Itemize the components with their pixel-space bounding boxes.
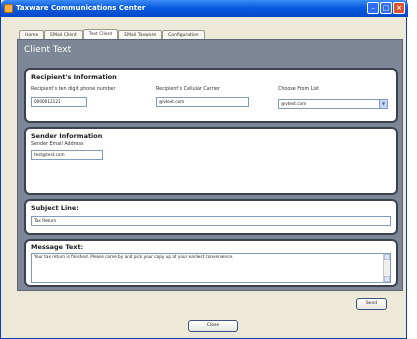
application-window: Taxware Communications Center – □ × Home… xyxy=(0,0,408,339)
message-title: Message Text: xyxy=(31,243,84,251)
close-window-button[interactable]: × xyxy=(393,2,405,14)
minimize-button[interactable]: – xyxy=(367,2,379,14)
message-group: Message Text: Your tax return is finishe… xyxy=(24,239,398,287)
carrier-label: Recipient's Cellular Carrier xyxy=(156,87,220,92)
subject-title: Subject Line: xyxy=(31,204,79,212)
message-textarea[interactable]: Your tax return is finished. Please come… xyxy=(31,253,391,283)
carrier-select[interactable]: @vtext.com ▼ xyxy=(278,99,388,109)
phone-input[interactable]: 0000012121 xyxy=(31,97,87,107)
scroll-up-icon[interactable] xyxy=(384,254,390,260)
maximize-button[interactable]: □ xyxy=(380,2,392,14)
app-icon xyxy=(4,4,13,13)
text-client-panel: Client Text Recipient's Information Reci… xyxy=(17,39,403,291)
close-icon: × xyxy=(396,4,402,12)
phone-label: Recipient's ten digit phone number xyxy=(31,87,116,92)
subject-input[interactable]: Tax Return xyxy=(31,216,391,226)
choose-from-list-label: Choose From List xyxy=(278,87,320,92)
sender-info-group: Sender Information Sender Email Address … xyxy=(24,127,398,195)
sender-email-input[interactable]: test@test.com xyxy=(31,150,103,160)
send-button[interactable]: Send xyxy=(356,298,387,310)
sender-email-label: Sender Email Address xyxy=(31,142,84,147)
window-title: Taxware Communications Center xyxy=(16,4,146,12)
title-bar[interactable]: Taxware Communications Center – □ × xyxy=(1,0,408,17)
chevron-down-icon[interactable]: ▼ xyxy=(379,100,387,108)
subject-group: Subject Line: Tax Return xyxy=(24,199,398,235)
message-text: Your tax return is finished. Please come… xyxy=(34,254,234,259)
maximize-icon: □ xyxy=(382,4,390,12)
carrier-select-value: @vtext.com xyxy=(281,101,307,106)
scroll-down-icon[interactable] xyxy=(384,276,390,282)
recipient-info-title: Recipient's Information xyxy=(31,73,117,81)
carrier-input[interactable]: @vtext.com xyxy=(156,97,249,107)
recipient-info-group: Recipient's Information Recipient's ten … xyxy=(24,68,398,123)
sender-info-title: Sender Information xyxy=(31,132,103,140)
minimize-icon: – xyxy=(371,4,375,12)
close-button[interactable]: Close xyxy=(188,320,238,332)
message-scrollbar[interactable] xyxy=(383,254,390,282)
page-title: Client Text xyxy=(24,45,72,55)
